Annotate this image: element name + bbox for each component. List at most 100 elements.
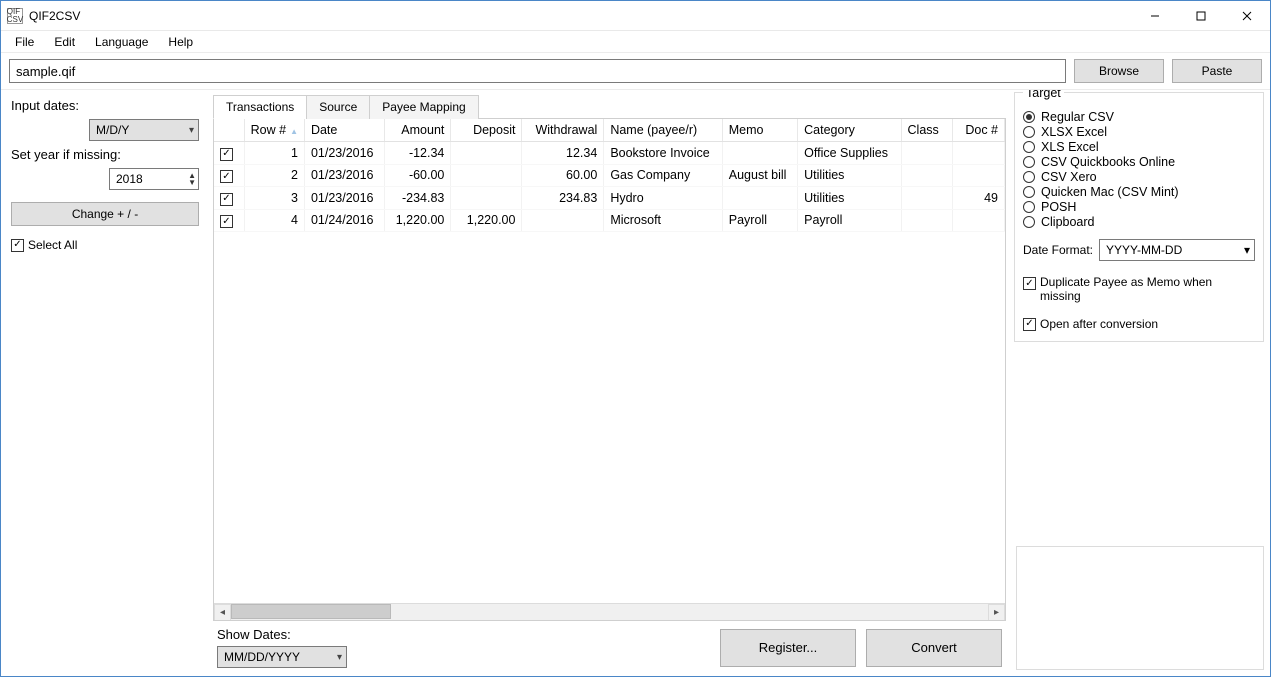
col-class[interactable]: Class (901, 119, 953, 142)
table-row[interactable]: ✓301/23/2016-234.83234.83HydroUtilities4… (214, 187, 1005, 210)
set-year-value: 2018 (116, 172, 143, 186)
show-dates-value: MM/DD/YYYY (224, 650, 300, 664)
cell-amount: 1,220.00 (384, 209, 451, 232)
table-row[interactable]: ✓401/24/20161,220.001,220.00MicrosoftPay… (214, 209, 1005, 232)
status-box (1016, 546, 1264, 670)
scroll-thumb[interactable] (231, 604, 391, 619)
set-year-spinner[interactable]: 2018 ▲▼ (109, 168, 199, 190)
tab-payee-mapping[interactable]: Payee Mapping (369, 95, 478, 119)
cell-withdrawal: 12.34 (522, 142, 604, 165)
cell-date: 01/24/2016 (304, 209, 384, 232)
app-icon: QIF CSV (7, 8, 23, 24)
target-option[interactable]: POSH (1023, 200, 1255, 214)
row-checkbox[interactable]: ✓ (220, 215, 233, 228)
sort-asc-icon: ▲ (290, 127, 298, 136)
close-button[interactable] (1224, 1, 1270, 31)
cell-class (901, 164, 953, 187)
right-panel: Target Regular CSVXLSX ExcelXLS ExcelCSV… (1010, 90, 1270, 676)
cell-withdrawal: 60.00 (522, 164, 604, 187)
target-option[interactable]: XLS Excel (1023, 140, 1255, 154)
row-checkbox[interactable]: ✓ (220, 148, 233, 161)
file-path-input[interactable] (9, 59, 1066, 83)
table-row[interactable]: ✓201/23/2016-60.0060.00Gas CompanyAugust… (214, 164, 1005, 187)
cell-memo (722, 187, 797, 210)
col-memo[interactable]: Memo (722, 119, 797, 142)
toolbar: Browse Paste (1, 53, 1270, 90)
convert-button[interactable]: Convert (866, 629, 1002, 667)
col-doc[interactable]: Doc # (953, 119, 1005, 142)
table-row[interactable]: ✓101/23/2016-12.3412.34Bookstore Invoice… (214, 142, 1005, 165)
horizontal-scrollbar[interactable]: ◂ ▸ (214, 603, 1005, 620)
register-button[interactable]: Register... (720, 629, 856, 667)
main-area: Input dates: M/D/Y ▾ Set year if missing… (1, 90, 1270, 676)
cell-amount: -12.34 (384, 142, 451, 165)
show-dates-label: Show Dates: (217, 627, 347, 642)
tab-transactions[interactable]: Transactions (213, 95, 307, 119)
row-checkbox[interactable]: ✓ (220, 170, 233, 183)
maximize-button[interactable] (1178, 1, 1224, 31)
cell-deposit: 1,220.00 (451, 209, 522, 232)
col-deposit[interactable]: Deposit (451, 119, 522, 142)
checkbox-icon: ✓ (11, 239, 24, 252)
col-date[interactable]: Date (304, 119, 384, 142)
radio-icon (1023, 111, 1035, 123)
cell-memo: August bill (722, 164, 797, 187)
input-dates-combo[interactable]: M/D/Y ▾ (89, 119, 199, 141)
open-after-checkbox[interactable]: ✓ Open after conversion (1023, 317, 1255, 331)
col-category[interactable]: Category (798, 119, 901, 142)
browse-button[interactable]: Browse (1074, 59, 1164, 83)
cell-category: Office Supplies (798, 142, 901, 165)
row-checkbox[interactable]: ✓ (220, 193, 233, 206)
scroll-right-icon[interactable]: ▸ (988, 604, 1005, 621)
cell-date: 01/23/2016 (304, 187, 384, 210)
cell-class (901, 187, 953, 210)
menu-bar: File Edit Language Help (1, 31, 1270, 53)
cell-rownum: 3 (244, 187, 304, 210)
select-all-label: Select All (28, 238, 77, 252)
target-option-label: Quicken Mac (CSV Mint) (1041, 185, 1179, 199)
spinner-arrows-icon[interactable]: ▲▼ (188, 172, 196, 186)
target-option[interactable]: CSV Quickbooks Online (1023, 155, 1255, 169)
left-panel: Input dates: M/D/Y ▾ Set year if missing… (1, 90, 209, 676)
target-option[interactable]: CSV Xero (1023, 170, 1255, 184)
date-format-combo[interactable]: YYYY-MM-DD ▾ (1099, 239, 1255, 261)
target-title: Target (1023, 90, 1064, 100)
checkbox-icon: ✓ (1023, 277, 1036, 290)
open-after-label: Open after conversion (1040, 317, 1158, 331)
menu-edit[interactable]: Edit (44, 33, 85, 51)
target-option[interactable]: Regular CSV (1023, 110, 1255, 124)
radio-icon (1023, 216, 1035, 228)
menu-file[interactable]: File (5, 33, 44, 51)
paste-button[interactable]: Paste (1172, 59, 1262, 83)
target-option-label: POSH (1041, 200, 1076, 214)
scroll-left-icon[interactable]: ◂ (214, 604, 231, 621)
target-option-label: CSV Xero (1041, 170, 1097, 184)
col-name[interactable]: Name (payee/r) (604, 119, 722, 142)
chevron-down-icon: ▾ (337, 652, 342, 663)
change-sign-button[interactable]: Change + / - (11, 202, 199, 226)
col-amount[interactable]: Amount (384, 119, 451, 142)
cell-deposit (451, 142, 522, 165)
cell-class (901, 142, 953, 165)
target-groupbox: Target Regular CSVXLSX ExcelXLS ExcelCSV… (1014, 92, 1264, 342)
cell-class (901, 209, 953, 232)
col-check[interactable] (214, 119, 244, 142)
show-dates-combo[interactable]: MM/DD/YYYY ▾ (217, 646, 347, 668)
target-option[interactable]: XLSX Excel (1023, 125, 1255, 139)
menu-language[interactable]: Language (85, 33, 158, 51)
tab-source[interactable]: Source (306, 95, 370, 119)
target-option[interactable]: Quicken Mac (CSV Mint) (1023, 185, 1255, 199)
menu-help[interactable]: Help (158, 33, 203, 51)
scroll-track[interactable] (231, 604, 988, 621)
cell-doc: 49 (953, 187, 1005, 210)
cell-withdrawal (522, 209, 604, 232)
minimize-button[interactable] (1132, 1, 1178, 31)
target-option-label: XLS Excel (1041, 140, 1099, 154)
dup-payee-checkbox[interactable]: ✓ Duplicate Payee as Memo when missing (1023, 275, 1255, 303)
target-option[interactable]: Clipboard (1023, 215, 1255, 229)
select-all-checkbox[interactable]: ✓ Select All (11, 238, 199, 252)
cell-doc (953, 142, 1005, 165)
date-format-value: YYYY-MM-DD (1106, 243, 1182, 257)
col-withdrawal[interactable]: Withdrawal (522, 119, 604, 142)
col-rownum[interactable]: Row #▲ (244, 119, 304, 142)
